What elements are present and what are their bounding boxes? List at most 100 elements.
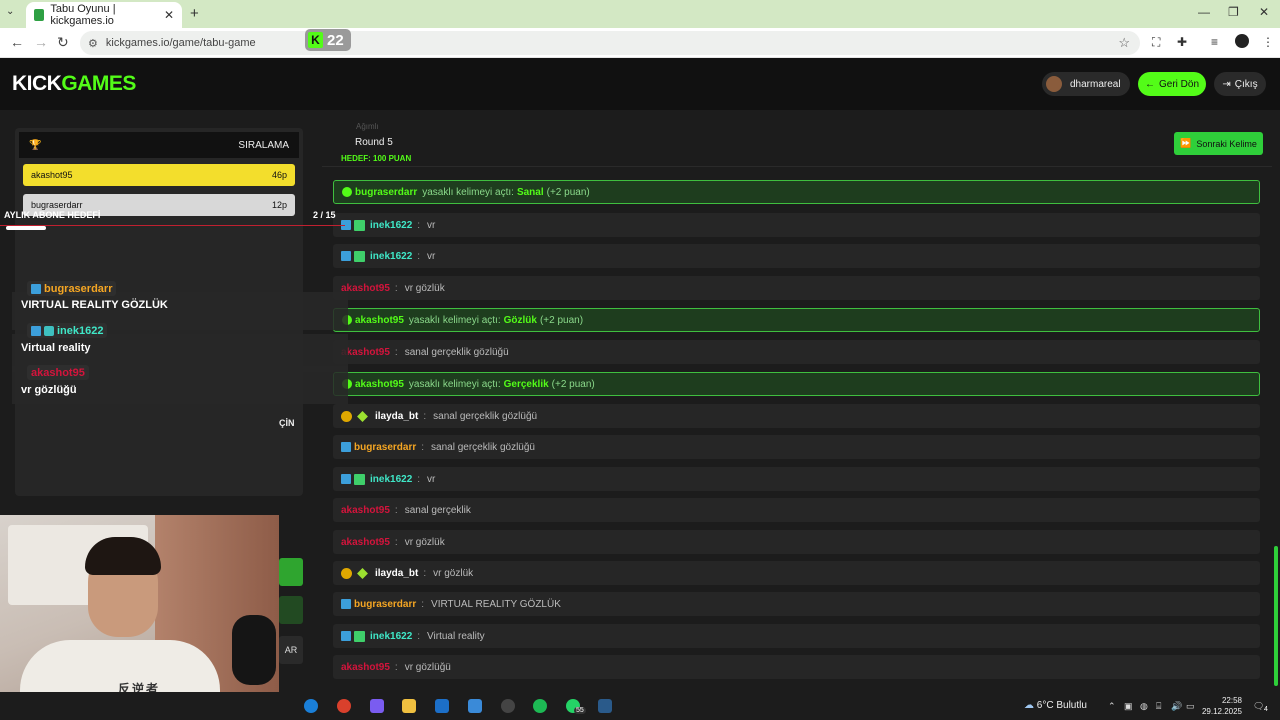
chat-message: akashot95: vr gözlük [333, 530, 1260, 554]
chat-separator: : [423, 410, 427, 422]
overlay-user-label: akashot95 [31, 366, 85, 379]
system-message: akashot95 yasaklı kelimeyi açtı: Gerçeklik… [333, 372, 1260, 396]
chat-separator: : [394, 282, 398, 294]
battery-icon[interactable]: ▭ [1186, 701, 1195, 712]
clock-time: 22:58 [1221, 696, 1242, 705]
side-button[interactable] [279, 596, 303, 624]
moderator-badge-icon [341, 442, 351, 452]
chat-text: vr [427, 219, 436, 231]
chat-separator: : [417, 473, 421, 485]
chat-separator: : [394, 504, 398, 516]
gift-badge-icon [354, 219, 365, 231]
restore-icon[interactable]: ❐ [1228, 5, 1239, 19]
chat-username: akashot95 [341, 346, 390, 358]
revealed-word: Gerçeklik [503, 378, 549, 390]
weather-widget[interactable]: ☁ 6°C Bulutlu [1024, 700, 1087, 711]
logout-button-label: Çıkış [1234, 78, 1258, 90]
tab-search-icon[interactable]: ⌄ [6, 6, 14, 17]
chat-message: inek1622: vr [333, 244, 1260, 268]
notification-icon[interactable]: 🗨 [1253, 701, 1264, 712]
gift-badge-icon [354, 473, 365, 485]
browser-tab[interactable]: Tabu Oyunu | kickgames.io ✕ [26, 2, 182, 28]
chat-message: inek1622: vr [333, 467, 1260, 491]
chat-username: bugraserdarr [355, 186, 418, 198]
chat-message: akashot95: sanal gerçeklik gözlüğü [333, 340, 1260, 364]
user-profile-pill[interactable]: dharmareal [1042, 72, 1130, 96]
system-text: yasaklı kelimeyi açtı: [408, 378, 501, 390]
next-word-button[interactable]: ⏩ Sonraki Kelime [1174, 132, 1263, 155]
obs-icon[interactable] [501, 699, 515, 713]
reload-icon[interactable]: ↻ [57, 34, 69, 51]
tray-app-icon[interactable]: ▣ [1124, 701, 1133, 712]
browser-menu-icon[interactable]: ⋮ [1262, 35, 1274, 49]
media-control-icon[interactable]: ≡ [1211, 35, 1218, 49]
subgoal-line [0, 225, 345, 226]
chrome-icon[interactable] [337, 699, 351, 713]
site-info-icon[interactable]: ⚙ [88, 37, 98, 50]
side-button[interactable]: AR [279, 636, 303, 664]
chat-username: inek1622 [370, 473, 413, 485]
overlay-user-label: bugraserdarr [44, 282, 113, 295]
chat-message: ilayda_bt: vr gözlük [333, 561, 1260, 585]
copilot-icon[interactable] [370, 699, 384, 713]
site-header: KICKGAMES dharmareal ← Geri Dön ⇥ Çıkış [0, 58, 1280, 110]
url-text: kickgames.io/game/tabu-game [105, 37, 256, 49]
edge-icon[interactable] [304, 699, 318, 713]
chat-message: ilayda_bt: sanal gerçeklik gözlüğü [333, 404, 1260, 428]
chat-username: ilayda_bt [375, 410, 419, 422]
extensions-icon[interactable]: ✚ [1177, 35, 1187, 49]
chat-username: akashot95 [341, 282, 390, 294]
outlook-icon[interactable] [435, 699, 449, 713]
close-tab-icon[interactable]: ✕ [164, 8, 174, 22]
microphone [232, 615, 276, 685]
back-button[interactable]: ← Geri Dön [1138, 72, 1206, 96]
chat-message: bugraserdarr: sanal gerçeklik gözlüğü [333, 435, 1260, 459]
chat-scrollbar[interactable] [1274, 546, 1278, 686]
overlay-username: inek1622 [27, 323, 108, 338]
chat-text: sanal gerçeklik gözlüğü [431, 441, 535, 453]
logout-button[interactable]: ⇥ Çıkış [1214, 72, 1266, 96]
spotify-icon[interactable] [533, 699, 547, 713]
file-explorer-icon[interactable] [402, 699, 416, 713]
tray-app-icon[interactable]: ◍ [1140, 701, 1148, 712]
chat-text: sanal gerçeklik gözlüğü [404, 346, 509, 358]
subgoal-title: AYLIK ABONE HEDEFİ [4, 210, 101, 220]
volume-icon[interactable]: 🔊 [1171, 701, 1182, 712]
overlay-text: Virtual reality [21, 342, 91, 354]
ranking-header: 🏆 SIRALAMA [19, 132, 299, 158]
new-tab-icon[interactable]: + [190, 5, 199, 22]
side-button[interactable] [279, 558, 303, 586]
chevron-up-icon[interactable]: ⌃ [1108, 701, 1116, 712]
forward-arrow-icon[interactable]: → [34, 34, 48, 50]
clock[interactable]: 22:58 29.12.2025 [1200, 695, 1242, 717]
gift-badge-icon [354, 250, 365, 262]
chat-username: akashot95 [341, 504, 390, 516]
subgoal-progress [6, 226, 46, 230]
chat-separator: : [423, 567, 427, 579]
system-points: (+2 puan) [539, 314, 584, 326]
subgoal-count: 2 / 15 [313, 210, 336, 220]
store-icon[interactable] [468, 699, 482, 713]
clock-date: 29.12.2025 [1201, 707, 1242, 716]
chat-separator: : [417, 250, 421, 262]
overlay-text: vr gözlüğü [21, 384, 77, 396]
steam-icon[interactable] [598, 699, 612, 713]
tab-strip: ⌄ Tabu Oyunu | kickgames.io ✕ + — ❐ ✕ [0, 0, 1280, 28]
back-button-label: Geri Dön [1158, 78, 1199, 90]
address-bar[interactable]: ⚙ kickgames.io/game/tabu-game ☆ [80, 31, 1140, 55]
profile-avatar[interactable] [1235, 34, 1249, 48]
chat-username: bugraserdarr [354, 441, 417, 453]
chat-separator: : [417, 219, 421, 231]
back-arrow-icon[interactable]: ← [10, 34, 24, 50]
bookmark-star-icon[interactable]: ☆ [1118, 35, 1130, 51]
chat-separator: : [421, 441, 425, 453]
kick-extension-badge[interactable]: K 22 [305, 29, 351, 51]
logo-text-kick: KICK [12, 72, 62, 95]
minimize-icon[interactable]: — [1198, 5, 1210, 19]
window-close-icon[interactable]: ✕ [1259, 5, 1269, 19]
chat-separator: : [421, 598, 425, 610]
round-label: Round 5 [355, 137, 393, 148]
kickgames-logo[interactable]: KICKGAMES [12, 72, 136, 96]
screenshot-icon[interactable]: ⛶ [1152, 35, 1160, 50]
network-icon[interactable]: ⌸ [1156, 701, 1161, 712]
